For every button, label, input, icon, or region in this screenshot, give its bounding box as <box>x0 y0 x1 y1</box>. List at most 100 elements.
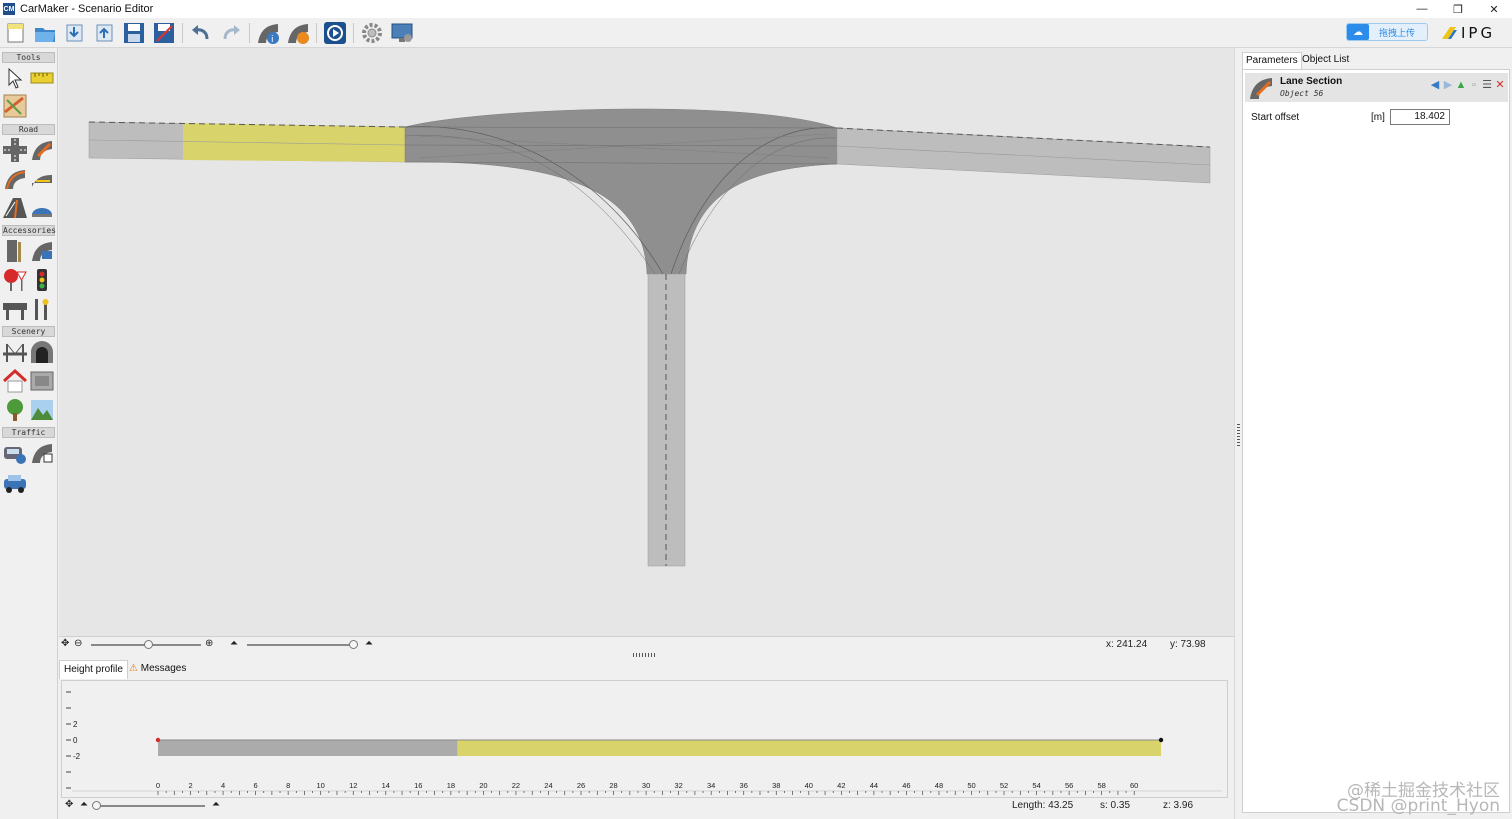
arrow-right-icon[interactable]: ▶ <box>1442 79 1454 91</box>
undo-icon[interactable] <box>189 21 213 45</box>
junction-area[interactable] <box>404 108 838 275</box>
x-axis-label: 46 <box>902 781 910 790</box>
profile-scale-high-icon[interactable]: ⏶ <box>212 799 220 810</box>
zoom-slider-knob[interactable] <box>144 640 154 649</box>
display-icon[interactable] <box>390 21 414 45</box>
tree-icon[interactable] <box>3 398 27 422</box>
ipg-brand: IPG <box>1441 24 1495 42</box>
play-icon[interactable] <box>323 21 347 45</box>
map-icon[interactable] <box>3 94 27 118</box>
traffic-vehicle-icon[interactable] <box>3 441 27 465</box>
tab-object-list[interactable]: Object List <box>1299 52 1352 69</box>
curved-road-icon[interactable] <box>3 167 27 191</box>
profile-scale-icon[interactable]: ⏶ <box>80 799 88 810</box>
bridge-icon[interactable] <box>3 340 27 364</box>
guardrail-icon[interactable] <box>3 297 27 321</box>
tab-parameters[interactable]: Parameters <box>1242 52 1302 69</box>
vertical-splitter[interactable] <box>1234 48 1241 819</box>
start-offset-input[interactable]: 18.402 <box>1390 109 1450 125</box>
properties-panel: Parameters Object List Lane Section Obje… <box>1241 48 1512 819</box>
tab-messages[interactable]: ⚠ Messages <box>125 660 190 679</box>
x-axis-label: 16 <box>414 781 422 790</box>
delete-icon[interactable]: ✕ <box>1494 79 1506 91</box>
profile-segment-default <box>158 740 458 756</box>
scenario-canvas[interactable] <box>59 48 1234 636</box>
tab-height-profile[interactable]: Height profile <box>59 660 128 679</box>
x-axis-label: 50 <box>967 781 975 790</box>
ruler-icon[interactable] <box>30 66 54 90</box>
road-post-icon[interactable] <box>3 239 27 263</box>
maximize-button[interactable]: ❐ <box>1440 0 1476 18</box>
x-axis-label: 4 <box>221 781 225 790</box>
export-icon[interactable] <box>93 21 117 45</box>
lane-section-selected[interactable] <box>183 123 405 162</box>
y-axis-label: 2 <box>73 720 78 729</box>
settings-icon[interactable] <box>360 21 384 45</box>
arrow-left-icon[interactable]: ◀ <box>1429 79 1441 91</box>
menu-icon[interactable]: ☰ <box>1481 79 1493 91</box>
pole-icon[interactable] <box>30 297 54 321</box>
road-info-icon[interactable]: i <box>256 21 280 45</box>
minimize-button[interactable]: — <box>1404 0 1440 18</box>
x-axis-label: 42 <box>837 781 845 790</box>
road-marking-icon[interactable] <box>30 167 54 191</box>
open-folder-icon[interactable] <box>33 21 57 45</box>
horizontal-splitter[interactable] <box>59 652 1234 660</box>
texture-icon[interactable] <box>30 369 54 393</box>
profile-pan-icon[interactable]: ✥ <box>65 799 73 810</box>
lane-icon[interactable] <box>3 196 27 220</box>
watermark-line2: CSDN @print_Hyon <box>1336 796 1500 816</box>
zoom-out-icon[interactable]: ⊖ <box>74 638 82 649</box>
profile-length: Length: 43.25 <box>1012 800 1074 811</box>
object-header: Lane Section Object 56 ◀ ▶ ▲ ▫ ☰ ✕ <box>1245 73 1508 102</box>
road-connect-icon[interactable] <box>30 138 54 162</box>
junction-icon[interactable] <box>3 138 27 162</box>
profile-zoom-knob[interactable] <box>92 801 101 810</box>
elevation-slider-knob[interactable] <box>349 640 358 649</box>
car-icon[interactable] <box>3 471 27 495</box>
pan-icon[interactable]: ✥ <box>61 638 69 649</box>
profile-end-point <box>1158 737 1164 743</box>
start-offset-label: Start offset <box>1251 112 1300 123</box>
elevation-slider[interactable] <box>247 644 357 646</box>
save-as-icon[interactable] <box>152 21 176 45</box>
road-check-icon[interactable] <box>286 21 310 45</box>
import-icon[interactable] <box>63 21 87 45</box>
route-icon[interactable] <box>30 441 54 465</box>
x-axis-label: 58 <box>1097 781 1105 790</box>
tunnel-icon[interactable] <box>30 340 54 364</box>
save-icon[interactable] <box>122 21 146 45</box>
x-axis-label: 40 <box>805 781 813 790</box>
select-cursor-icon[interactable] <box>3 66 27 90</box>
landscape-icon[interactable] <box>30 398 54 422</box>
traffic-light-icon[interactable] <box>30 268 54 292</box>
zoom-in-icon[interactable]: ⊕ <box>205 638 213 649</box>
house-icon[interactable] <box>2 368 28 393</box>
duplicate-icon[interactable]: ▫ <box>1468 79 1480 91</box>
section-scenery: Scenery <box>2 326 55 337</box>
profile-zoom-slider[interactable] <box>95 805 205 807</box>
redo-icon[interactable] <box>219 21 243 45</box>
section-tools: Tools <box>2 52 55 63</box>
x-axis-label: 26 <box>577 781 585 790</box>
svg-text:i: i <box>271 35 274 45</box>
profile-z-value: z: 3.96 <box>1163 800 1194 811</box>
main-toolbar: i ☁ 拖拽上传 IPG <box>0 18 1512 48</box>
vehicle-road-icon[interactable] <box>30 239 54 263</box>
elevation-low-icon[interactable]: ⏶ <box>230 638 238 649</box>
section-road: Road <box>2 124 55 135</box>
x-axis-label: 56 <box>1065 781 1073 790</box>
cloud-upload-button[interactable]: ☁ 拖拽上传 <box>1346 23 1428 41</box>
new-file-icon[interactable] <box>4 21 28 45</box>
arrow-up-icon[interactable]: ▲ <box>1455 79 1467 91</box>
parameters-content: Lane Section Object 56 ◀ ▶ ▲ ▫ ☰ ✕ Start… <box>1242 69 1510 813</box>
close-window-button[interactable]: ✕ <box>1476 0 1512 18</box>
x-axis-label: 2 <box>188 781 192 790</box>
bump-icon[interactable] <box>30 196 54 220</box>
canvas-status-bar: ✥ ⊖ ⊕ ⏶ ⏶ x: 241.24 y: 73.98 <box>59 636 1234 652</box>
stop-sign-icon[interactable] <box>3 268 27 292</box>
elevation-high-icon[interactable]: ⏶ <box>365 638 373 649</box>
profile-status-bar: ✥ ⏶ ⏶ Length: 43.25 s: 0.35 z: 3.96 <box>59 798 1234 814</box>
height-profile-panel[interactable]: 2 0 -2 0 2 4 6 8 10 12 14 16 18 20 22 24 26 28 30 32 34 36 38 4… <box>61 680 1228 798</box>
x-axis-label: 14 <box>382 781 390 790</box>
